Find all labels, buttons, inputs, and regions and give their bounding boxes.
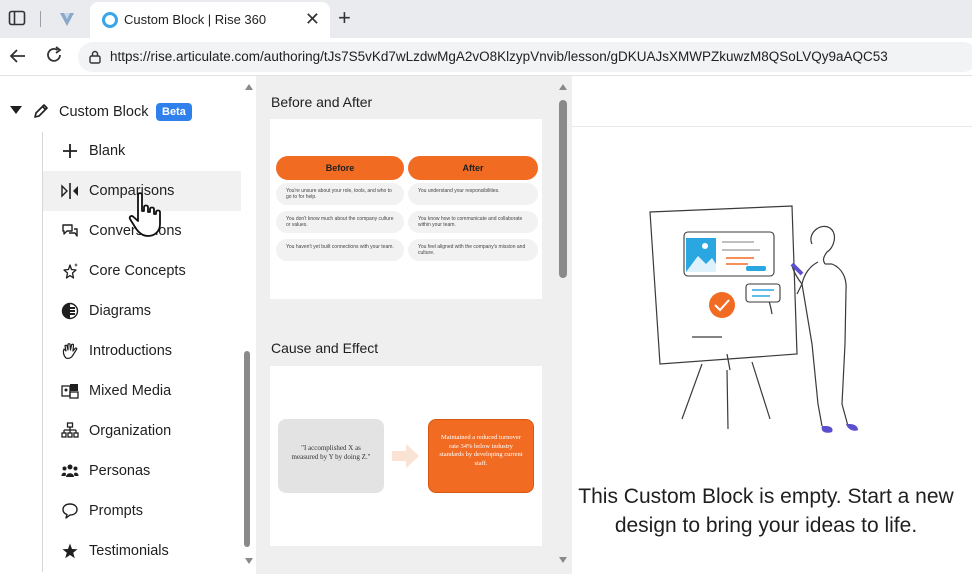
after-cell: You feel aligned with the company's miss… bbox=[408, 239, 538, 261]
tab-title: Custom Block | Rise 360 bbox=[124, 12, 267, 27]
address-bar[interactable]: https://rise.articulate.com/authoring/tJ… bbox=[78, 42, 972, 72]
before-cell: You don't know much about the company cu… bbox=[276, 211, 404, 233]
close-tab-icon[interactable]: ✕ bbox=[305, 9, 320, 30]
plus-icon bbox=[63, 144, 77, 158]
sidebar-item-label: Testimonials bbox=[89, 543, 169, 559]
previous-group-remnant bbox=[36, 76, 136, 80]
sidebar-item-label: Introductions bbox=[89, 343, 173, 359]
sidebar-item-label: Organization bbox=[89, 423, 172, 439]
template-title-cause-effect: Cause and Effect bbox=[271, 340, 379, 356]
tab-separator bbox=[40, 11, 41, 27]
people-icon bbox=[61, 464, 79, 477]
browser-nav-bar: https://rise.articulate.com/authoring/tJ… bbox=[0, 38, 972, 76]
empty-state-message: This Custom Block is empty. Start a new … bbox=[578, 485, 954, 537]
sidebar-item-label: Core Concepts bbox=[89, 263, 186, 279]
sidebar-scroll-up[interactable] bbox=[245, 84, 253, 90]
after-cell: You understand your responsibilities. bbox=[408, 183, 538, 205]
sidebar-item-blank[interactable]: Blank bbox=[43, 131, 241, 171]
template-card-cause-effect[interactable]: "I accomplished X as measured by Y by do… bbox=[270, 366, 542, 546]
sidebar-toggle-icon[interactable] bbox=[8, 9, 26, 27]
hand-wave-icon bbox=[62, 343, 78, 359]
sidebar-item-mixed-media[interactable]: Mixed Media bbox=[43, 371, 241, 411]
caret-down-icon[interactable] bbox=[10, 106, 22, 114]
cause-box: "I accomplished X as measured by Y by do… bbox=[278, 419, 384, 493]
arrow-right-icon bbox=[392, 444, 419, 468]
sidebar-item-label: Mixed Media bbox=[89, 383, 172, 399]
hand-cursor-icon bbox=[128, 192, 161, 237]
org-chart-icon bbox=[61, 422, 79, 438]
back-arrow-icon[interactable] bbox=[8, 46, 28, 66]
template-preview-panel: Before and After Before After You're uns… bbox=[256, 76, 572, 574]
new-tab-button[interactable]: + bbox=[338, 5, 351, 31]
sidebar-item-diagrams[interactable]: Diagrams bbox=[43, 291, 241, 331]
rise-favicon-icon bbox=[102, 12, 118, 28]
block-library-sidebar: Custom Block Beta Blank Comparisons Conv… bbox=[0, 76, 256, 574]
pencil-icon bbox=[34, 104, 48, 118]
template-card-before-after[interactable]: Before After You're unsure about your ro… bbox=[270, 119, 542, 299]
sidebar-item-label: Prompts bbox=[89, 503, 143, 519]
block-canvas: This Custom Block is empty. Start a new … bbox=[572, 76, 972, 574]
sidebar-item-core-concepts[interactable]: Core Concepts bbox=[43, 251, 241, 291]
speech-bubble-icon bbox=[62, 503, 78, 519]
sidebar-scrollbar[interactable] bbox=[244, 351, 250, 547]
chat-bubbles-icon bbox=[62, 224, 78, 237]
custom-block-group[interactable]: Custom Block Beta bbox=[0, 98, 240, 126]
template-scroll-down[interactable] bbox=[559, 557, 567, 563]
beta-badge: Beta bbox=[156, 103, 192, 121]
comparison-icon bbox=[61, 183, 78, 199]
sidebar-scroll-down[interactable] bbox=[245, 558, 253, 564]
after-cell: You know how to communicate and collabor… bbox=[408, 211, 538, 233]
browser-tab-bar: Custom Block | Rise 360 ✕ + bbox=[0, 0, 972, 38]
template-scroll-up[interactable] bbox=[559, 84, 567, 90]
template-title-before-after: Before and After bbox=[271, 94, 373, 110]
sidebar-item-organization[interactable]: Organization bbox=[43, 411, 241, 451]
sidebar-item-prompts[interactable]: Prompts bbox=[43, 491, 241, 531]
star-icon bbox=[62, 543, 78, 559]
workspace-icon[interactable] bbox=[57, 9, 77, 29]
sparkle-star-icon bbox=[63, 263, 78, 279]
sidebar-item-label: Blank bbox=[89, 143, 126, 159]
lock-icon[interactable] bbox=[88, 50, 102, 64]
before-cell: You haven't yet built connections with y… bbox=[276, 239, 404, 261]
empty-state-illustration bbox=[649, 205, 858, 433]
template-scrollbar[interactable] bbox=[559, 100, 567, 278]
active-tab[interactable]: Custom Block | Rise 360 ✕ bbox=[90, 2, 330, 38]
sidebar-item-introductions[interactable]: Introductions bbox=[43, 331, 241, 371]
before-header: Before bbox=[276, 156, 404, 180]
group-label: Custom Block bbox=[59, 104, 149, 120]
sidebar-item-label: Personas bbox=[89, 463, 151, 479]
sidebar-item-personas[interactable]: Personas bbox=[43, 451, 241, 491]
before-cell: You're unsure about your role, tools, an… bbox=[276, 183, 404, 205]
sidebar-item-label: Diagrams bbox=[89, 303, 152, 319]
diagram-icon bbox=[61, 302, 79, 320]
mixed-media-icon bbox=[61, 384, 79, 399]
url-text[interactable]: https://rise.articulate.com/authoring/tJ… bbox=[110, 49, 888, 64]
reload-icon[interactable] bbox=[44, 45, 64, 65]
effect-box: Maintained a reduced turnover rate 34% b… bbox=[428, 419, 534, 493]
sidebar-item-testimonials[interactable]: Testimonials bbox=[43, 531, 241, 571]
canvas-divider bbox=[572, 126, 972, 127]
after-header: After bbox=[408, 156, 538, 180]
